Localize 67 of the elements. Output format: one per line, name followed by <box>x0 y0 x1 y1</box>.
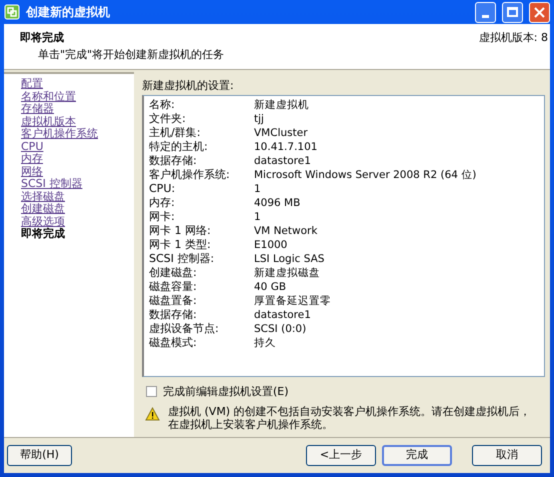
setting-name: 网卡 1 类型: <box>149 237 212 253</box>
setting-value: 持久 <box>254 336 276 351</box>
setting-name: 虚拟设备节点: <box>149 321 220 337</box>
close-icon <box>534 6 545 18</box>
setting-value: Microsoft Windows Server 2008 R2 (64 位) <box>254 168 476 183</box>
nav-link[interactable]: 即将完成 <box>21 228 65 240</box>
page-subtitle: 单击"完成"将开始创建新虚拟机的任务 <box>37 46 226 62</box>
back-button[interactable]: <上一步 <box>306 445 376 466</box>
nav-link[interactable]: 存储器 <box>21 103 54 116</box>
setting-value: 10.41.7.101 <box>254 140 318 155</box>
nav-link[interactable]: 配置 <box>21 78 43 90</box>
nav-link[interactable]: SCSI 控制器 <box>21 178 82 190</box>
help-button[interactable]: 帮助(H) <box>7 445 72 466</box>
setting-value: VMCluster <box>254 126 308 141</box>
setting-name: 磁盘容量: <box>149 279 198 295</box>
setting-value: 新建虚拟磁盘 <box>254 266 320 281</box>
finish-button[interactable]: 完成 <box>382 445 452 466</box>
warning-icon <box>145 407 160 421</box>
setting-value: 1 <box>254 210 261 225</box>
setting-name: 客户机操作系统: <box>149 167 231 184</box>
setting-value: 新建虚拟机 <box>254 98 309 113</box>
setting-value: 1 <box>254 182 261 197</box>
nav-link[interactable]: 创建磁盘 <box>21 203 65 216</box>
setting-name: 网卡 1 网络: <box>149 223 212 239</box>
warning-message: 虚拟机 (VM) 的创建不包括自动安装客户机操作系统。请在创建虚拟机后，在虚拟机上安装客户机操作系统。 <box>168 405 532 431</box>
nav-link[interactable]: 网络 <box>21 166 43 178</box>
checkbox[interactable] <box>146 386 157 398</box>
setting-name: 磁盘置备: <box>149 293 198 309</box>
setting-name: 数据存储: <box>149 307 198 322</box>
setting-name: 文件夹: <box>149 111 187 126</box>
nav-link[interactable]: 客户机操作系统 <box>21 128 98 140</box>
setting-value: tjj <box>254 112 264 127</box>
minimize-button[interactable] <box>475 2 496 22</box>
version-label: 虚拟机版本: 8 <box>478 30 548 46</box>
setting-value: SCSI (0:0) <box>254 322 306 337</box>
checkbox-label: 完成前编辑虚拟机设置(E) <box>163 384 289 400</box>
setting-name: 内存: <box>149 195 176 211</box>
nav-link[interactable]: 高级选项 <box>21 216 65 228</box>
setting-value: datastore1 <box>254 308 311 323</box>
nav-link[interactable]: 内存 <box>21 153 43 166</box>
setting-name: 数据存储: <box>149 153 198 168</box>
setting-name: 磁盘模式: <box>149 335 198 352</box>
window-title: 创建新的虚拟机 <box>26 4 110 21</box>
close-button[interactable] <box>529 2 550 22</box>
nav-link[interactable]: 选择磁盘 <box>21 190 65 203</box>
setting-name: CPU: <box>149 181 176 197</box>
maximize-button[interactable] <box>502 2 523 22</box>
setting-name: SCSI 控制器: <box>149 251 216 267</box>
cancel-button[interactable]: 取消 <box>472 445 542 466</box>
section-label: 新建虚拟机的设置: <box>142 78 235 94</box>
setting-value: 厚置备延迟置零 <box>254 294 331 309</box>
nav-link[interactable]: CPU <box>21 140 44 153</box>
nav-link[interactable]: 名称和位置 <box>21 90 76 103</box>
page-title: 即将完成 <box>20 30 65 46</box>
setting-name: 主机/群集: <box>149 125 202 140</box>
setting-name: 网卡: <box>149 209 176 225</box>
setting-value: LSI Logic SAS <box>254 252 324 267</box>
nav-link[interactable]: 虚拟机版本 <box>21 116 76 128</box>
app-icon <box>4 4 20 20</box>
setting-name: 特定的主机: <box>149 139 209 155</box>
setting-value: datastore1 <box>254 154 311 169</box>
setting-value: E1000 <box>254 238 288 253</box>
setting-value: 40 GB <box>254 280 286 295</box>
setting-value: 4096 MB <box>254 196 300 211</box>
setting-name: 创建磁盘: <box>149 265 198 280</box>
setting-name: 名称: <box>149 97 176 112</box>
setting-value: VM Network <box>254 224 318 239</box>
